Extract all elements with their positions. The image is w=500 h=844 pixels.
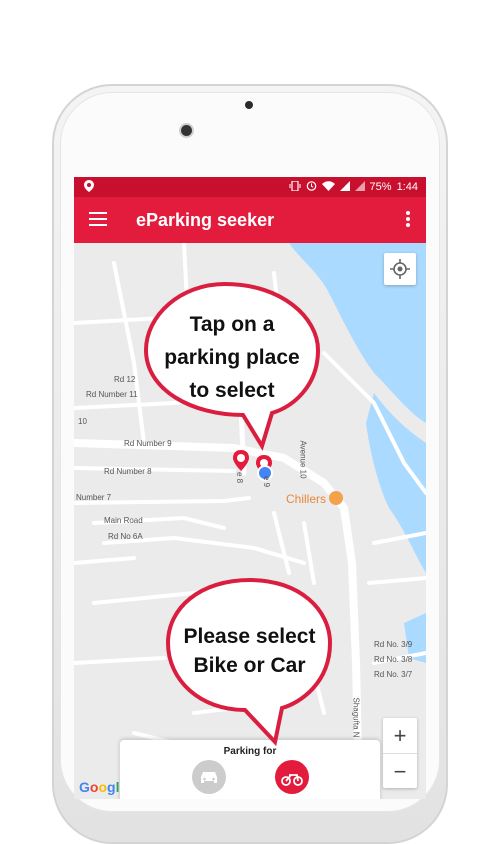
callout-line: parking place <box>164 346 300 369</box>
callout-line: to select <box>189 379 275 402</box>
tap-parking-callout: Tap on a parking place to select <box>147 308 317 407</box>
callout-line: Tap on a <box>189 313 275 336</box>
select-vehicle-callout: Please select Bike or Car <box>167 622 332 680</box>
callout-line: Bike or Car <box>193 654 306 677</box>
callout-line: Please select <box>183 625 316 648</box>
